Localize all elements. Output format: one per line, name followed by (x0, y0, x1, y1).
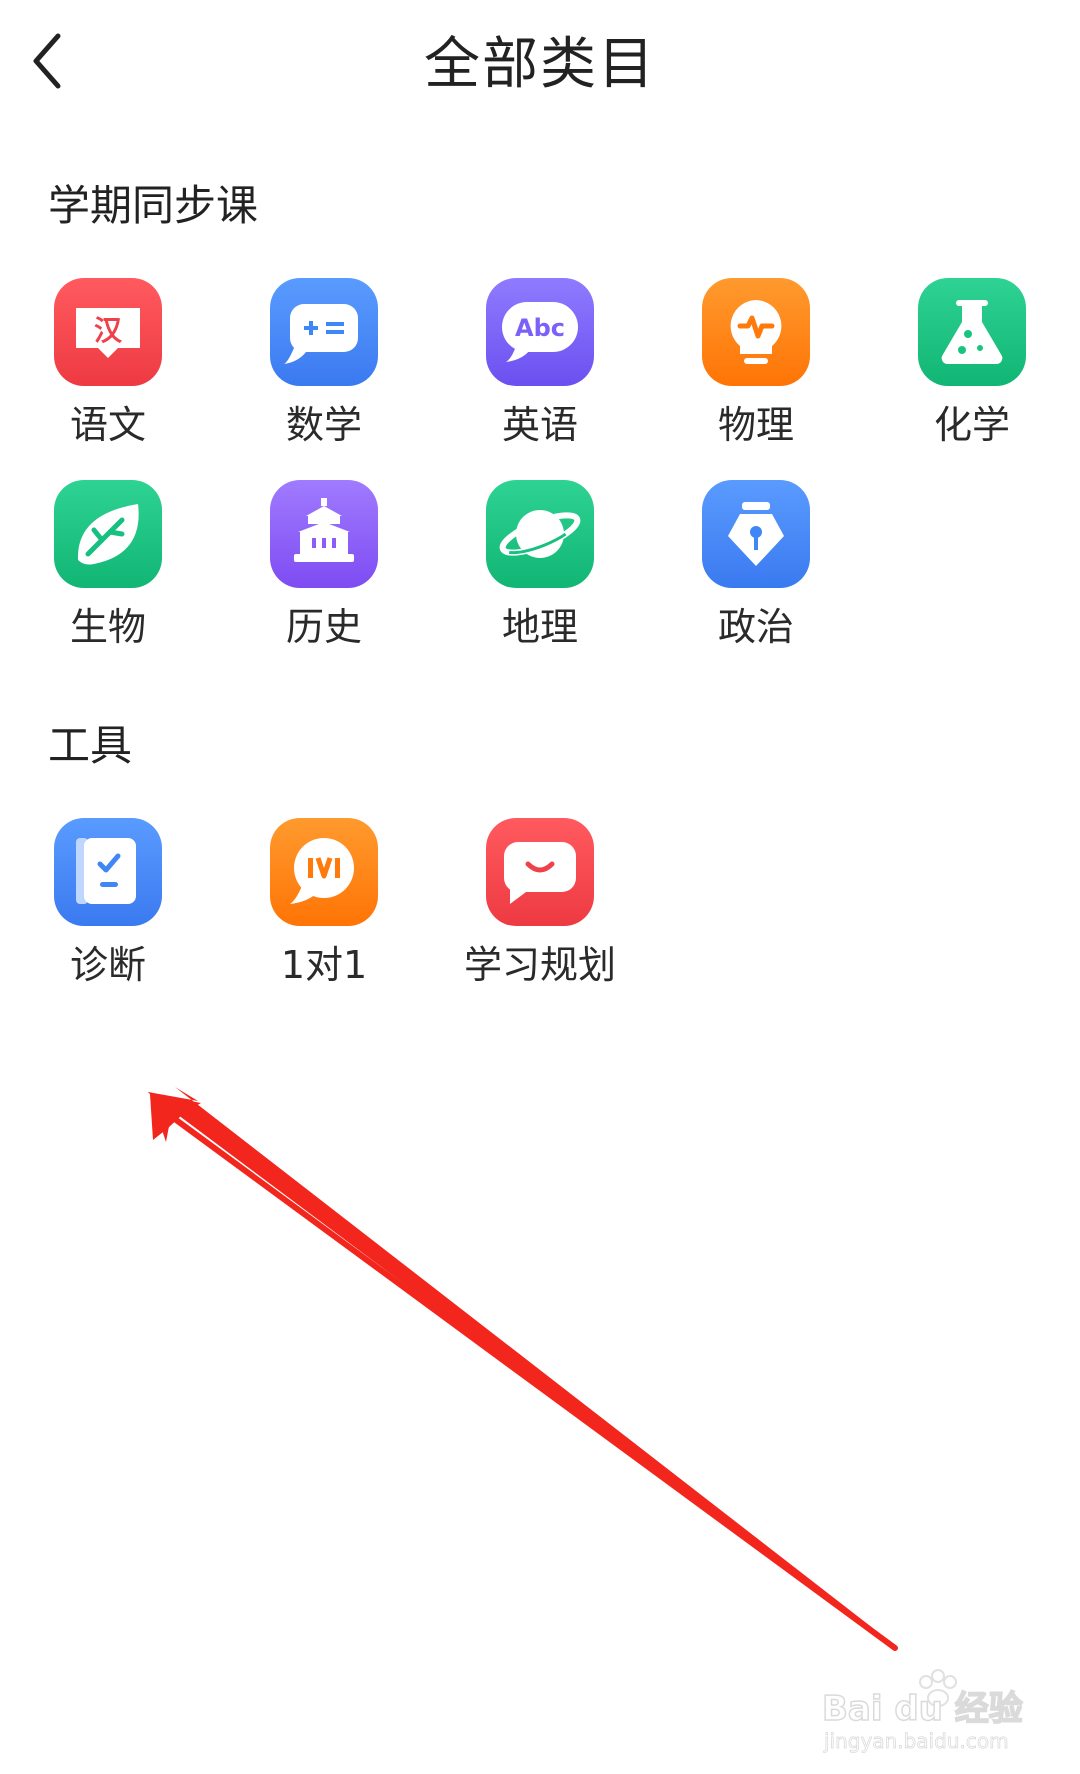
tool-tile-one-on-one[interactable]: 1对1 (216, 818, 432, 1018)
chinese-book-icon: 汉 (54, 278, 162, 386)
one-on-one-bubble-icon (270, 818, 378, 926)
section-title-sync: 学期同步课 (48, 181, 259, 230)
flask-icon (918, 278, 1026, 386)
tile-label: 政治 (717, 605, 794, 649)
pen-nib-icon (702, 480, 810, 588)
temple-icon (270, 480, 378, 588)
planet-icon (486, 480, 594, 588)
subject-tile-history[interactable]: 历史 (216, 480, 432, 680)
abc-bubble-icon: Abc (486, 278, 594, 386)
tile-label: 学习规划 (463, 943, 616, 987)
tile-label: 化学 (933, 403, 1010, 447)
page-title: 全部类目 (424, 32, 656, 97)
header-bar: 全部类目 (0, 0, 1080, 130)
smile-chat-icon (486, 818, 594, 926)
svg-text:jingyan.baidu.com: jingyan.baidu.com (823, 1729, 1009, 1753)
subject-tile-chinese[interactable]: 汉 语文 (0, 278, 216, 478)
svg-text:汉: 汉 (94, 314, 123, 347)
tool-tile-study-plan[interactable]: 学习规划 (432, 818, 648, 1018)
tool-tile-diagnosis[interactable]: 诊断 (0, 818, 216, 1018)
subject-tile-chemistry[interactable]: 化学 (864, 278, 1080, 478)
subject-tile-geography[interactable]: 地理 (432, 480, 648, 680)
checklist-icon (54, 818, 162, 926)
subject-tile-physics[interactable]: 物理 (648, 278, 864, 478)
subject-tile-english[interactable]: Abc 英语 (432, 278, 648, 478)
subject-tile-biology[interactable]: 生物 (0, 480, 216, 680)
svg-text:Bai du 经验: Bai du 经验 (822, 1689, 1023, 1729)
leaf-icon (54, 480, 162, 588)
watermark: Bai du 经验 jingyan.baidu.com (818, 1648, 1038, 1758)
section-title-tools: 工具 (48, 721, 133, 770)
svg-text:Abc: Abc (515, 314, 565, 342)
lightbulb-pulse-icon (702, 278, 810, 386)
paw-logo-icon: Bai du 经验 jingyan.baidu.com (821, 1669, 1023, 1753)
subject-tile-math[interactable]: 数学 (216, 278, 432, 478)
math-operators-icon (270, 278, 378, 386)
subject-tile-politics[interactable]: 政治 (648, 480, 864, 680)
